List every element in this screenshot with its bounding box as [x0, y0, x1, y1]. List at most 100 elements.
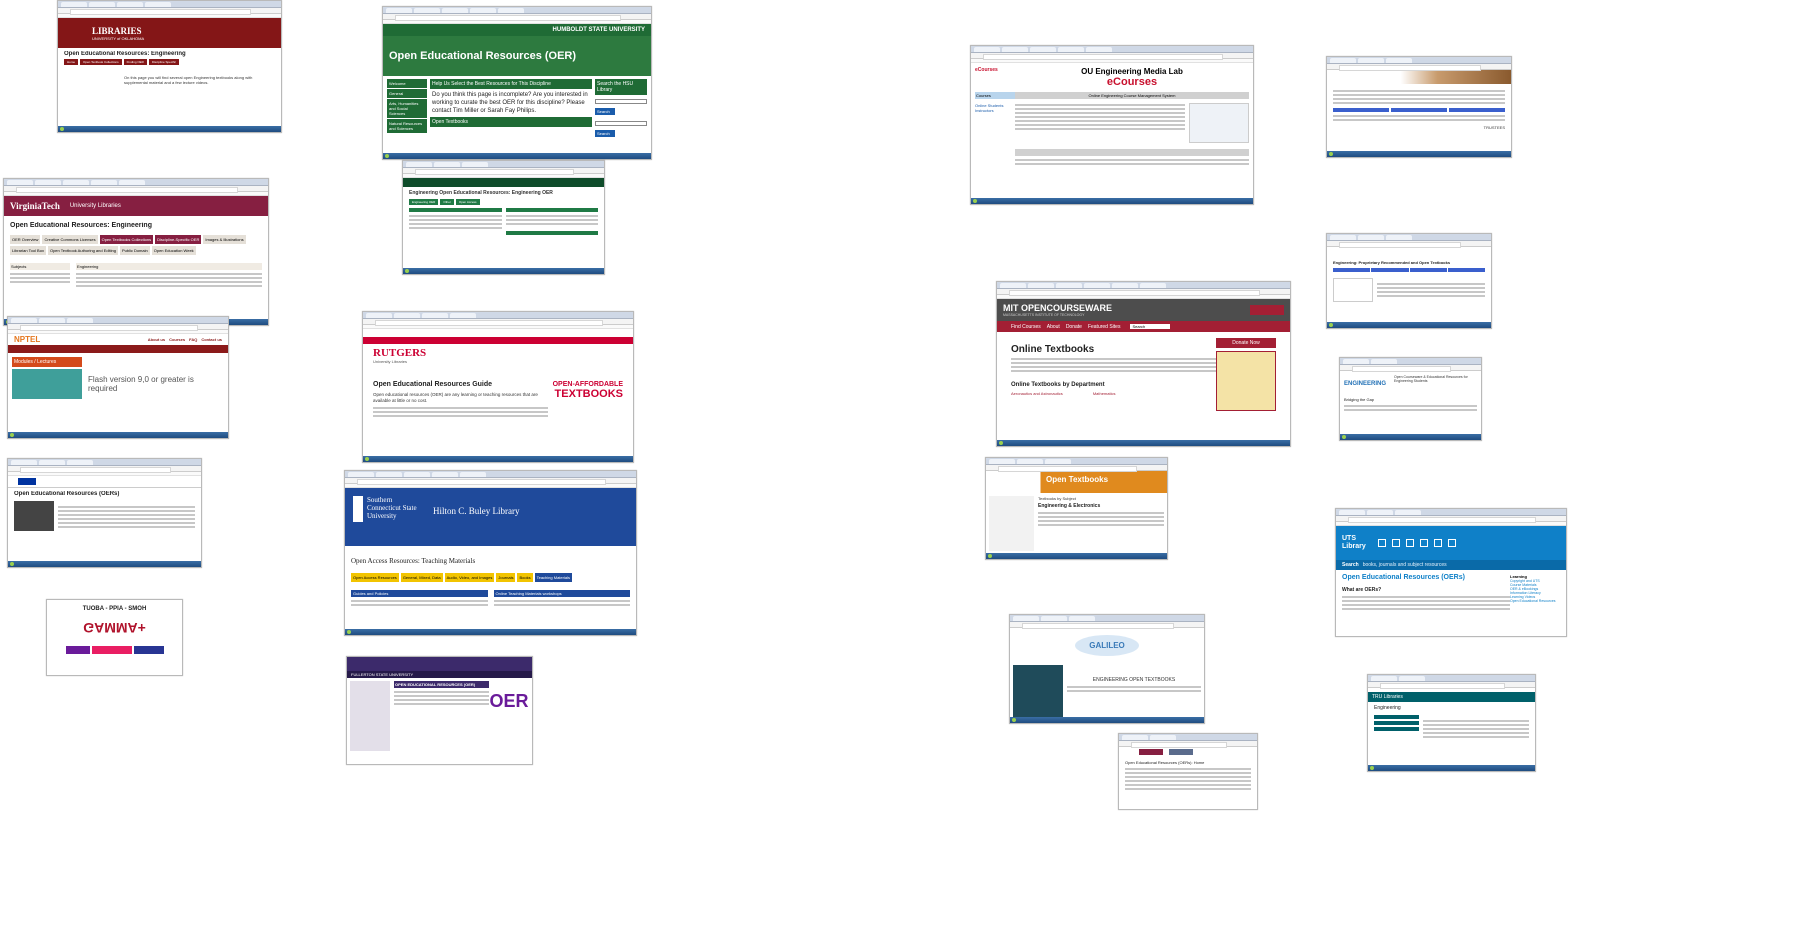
humboldt-sidebar-item[interactable]: Arts, Humanities and Social Sciences — [387, 99, 427, 118]
nptel-flash-message: Flash version 9,0 or greater is required — [88, 375, 194, 393]
scsu-tab[interactable]: Open Access Resources — [351, 573, 399, 582]
engineering-logo: ENGINEERING — [1344, 381, 1387, 387]
open-textbooks-banner: Open Textbooks — [1046, 475, 1109, 484]
screenshot-uts-library: UTS Library Search books, journals and s… — [1335, 508, 1567, 637]
humboldt-help-text: Do you think this page is incomplete? Ar… — [432, 92, 588, 114]
scsu-tab[interactable]: General, Mixed, Data — [400, 573, 443, 582]
fullerton-title: OPEN EDUCATIONAL RESOURCES (OER) — [394, 681, 489, 688]
purdue-page-title: Engineering: Proprietary Recommended and… — [1333, 260, 1451, 265]
vt-nav-tab[interactable]: Librarian Tool Box — [10, 246, 46, 255]
scsu-tab[interactable]: Audio, Video, and Images — [444, 573, 495, 582]
vt-nav-tab[interactable]: Images & Illustrations — [203, 235, 246, 244]
uts-search-label: Search — [1342, 562, 1359, 568]
nptel-nav-item[interactable]: About us — [148, 337, 165, 342]
screenshot-galileo: GALILEO ENGINEERING OPEN TEXTBOOKS — [1009, 614, 1205, 724]
mit-nav-about[interactable]: About — [1047, 324, 1060, 330]
nptel-logo: NPTEL — [14, 335, 41, 344]
mit-dept-link[interactable]: Mathematics — [1093, 391, 1116, 396]
uts-question: What are OERs? — [1342, 587, 1382, 593]
nptel-modules-heading: Modules / Lectures — [12, 357, 82, 367]
gamma-top-text: TUOBA - PPIA - SMOH — [82, 606, 147, 612]
humboldt-sidebar-item[interactable]: General — [387, 89, 427, 98]
mit-donate-button[interactable]: Donate Now — [1216, 338, 1276, 348]
screenshot-engineering-ocw: ENGINEERING Open Courseware & Educationa… — [1339, 357, 1482, 441]
nptel-nav-item[interactable]: Contact us — [201, 337, 222, 342]
screenshot-nptel: NPTEL About us Courses FAQ Contact us Mo… — [7, 316, 229, 439]
humboldt-search-heading: Search the HSU Library — [595, 79, 647, 95]
collage-canvas: LIBRARIES UNIVERSITY of OKLAHOMA Open Ed… — [0, 0, 1811, 935]
scsu-tab[interactable]: Teaching Materials — [534, 573, 572, 582]
tru-header: TRU Libraries — [1368, 692, 1535, 702]
rutgers-tagline: University Libraries — [373, 359, 408, 364]
screenshot-rutgers: RUTGERS University Libraries Open Educat… — [362, 311, 634, 463]
scsu-tab[interactable]: Books — [517, 573, 533, 582]
mit-dept-heading: Online Textbooks by Department — [1011, 382, 1105, 388]
open-textbooks-title: Textbooks by Subject — [1038, 496, 1076, 501]
ecourses-tagline: Online Engineering Course Management Sys… — [1015, 92, 1249, 99]
vt-nav-tab[interactable]: Open Textbooks Collections — [99, 235, 154, 244]
scsu-university-name: Southern Connecticut State University — [367, 496, 417, 520]
vt-nav-tab[interactable]: Discipline-Specific OER — [155, 235, 202, 244]
humboldt-help-heading: Help Us Select the Best Resources for Th… — [430, 79, 592, 89]
uts-search-input[interactable]: books, journals and subject resources — [1363, 562, 1447, 568]
vt-header: VirginiaTech University Libraries — [4, 196, 268, 216]
mit-page-title: Online Textbooks — [1011, 344, 1095, 355]
screenshot-tru: TRU Libraries Engineering — [1367, 674, 1536, 772]
humboldt-sidebar-item[interactable]: Welcome — [387, 79, 427, 88]
scsu-box-right: Online Teaching Materials workshops — [493, 590, 630, 597]
humboldt-page-title: Open Educational Resources (OER) — [389, 50, 577, 62]
screenshot-purdue: Engineering: Proprietary Recommended and… — [1326, 233, 1492, 329]
screenshot-boise: Open Educational Resources (OERs) — [7, 458, 202, 568]
mit-nav-donate[interactable]: Donate — [1066, 324, 1082, 330]
vt-nav-tab[interactable]: Open Textbook Authoring and Editing — [47, 246, 118, 255]
uts-side-item[interactable]: Open Educational Resources — [1510, 599, 1560, 603]
humboldt-search-button[interactable]: Search — [595, 108, 615, 115]
uts-logo: UTS Library — [1342, 535, 1366, 550]
rutgers-badge-line2: TEXTBOOKS — [554, 388, 623, 400]
ecourses-side-item[interactable]: Courses — [975, 92, 1015, 99]
vt-page-title: Open Educational Resources: Engineering — [10, 222, 152, 229]
tru-title: Engineering — [1374, 705, 1401, 711]
scsu-box-left: Guides and Policies — [351, 590, 488, 597]
vt2-page-title: Open Educational Resources (OERs): Home — [1125, 760, 1205, 765]
nptel-header: NPTEL About us Courses FAQ Contact us — [8, 334, 228, 347]
open-textbooks-subtitle: Engineering & Electronics — [1038, 503, 1101, 509]
uts-page-title: Open Educational Resources (OERs) — [1342, 574, 1465, 581]
screenshot-ou-libraries: LIBRARIES UNIVERSITY of OKLAHOMA Open Ed… — [57, 0, 282, 133]
scsu-tab[interactable]: Journals — [496, 573, 516, 582]
mit-nav-find-courses[interactable]: Find Courses — [1011, 324, 1041, 330]
vt-nav-tab[interactable]: Public Domain — [119, 246, 150, 255]
vt-nav-tab[interactable]: Creative Commons Licenses — [42, 235, 98, 244]
nptel-nav-item[interactable]: Courses — [169, 337, 185, 342]
screenshot-fullerton: FULLERTON STATE UNIVERSITY OPEN EDUCATIO… — [346, 656, 533, 765]
humboldt-open-textbooks: Open Textbooks — [430, 117, 592, 127]
mit-dept-link[interactable]: Aeronautics and Astronautics — [1011, 391, 1063, 396]
engineering-heading: Open Courseware & Educational Resources … — [1394, 375, 1468, 383]
ecourses-logo: eCourses — [975, 67, 998, 73]
mit-search-input[interactable]: Search — [1130, 324, 1171, 329]
ou-header-title: LIBRARIES — [92, 25, 142, 36]
fullerton-oer-logo: OER — [489, 691, 529, 711]
ecourses-side-item[interactable]: Instructors — [975, 108, 1015, 113]
rutgers-snippet: Open educational resources (OER) are any… — [373, 392, 538, 403]
screenshot-vt-oer-home: Open Educational Resources (OERs): Home — [1118, 733, 1258, 810]
humboldt-search-button-2[interactable]: Search — [595, 130, 615, 137]
vt-nav-tab[interactable]: OER Overview — [10, 235, 41, 244]
mit-logo: MIT OPENCOURSEWARE — [1003, 303, 1113, 313]
screenshot-scsu: Southern Connecticut State University Hi… — [344, 470, 637, 636]
vt-logo: VirginiaTech — [10, 201, 60, 211]
vt-header-right: University Libraries — [69, 203, 121, 209]
fullerton-header: FULLERTON STATE UNIVERSITY — [347, 671, 532, 678]
screenshot-humboldt: HUMBOLDT STATE UNIVERSITY Open Education… — [382, 6, 652, 160]
screenshot-ku: Engineering Open Educational Resources: … — [402, 160, 605, 275]
mit-subtitle: MASSACHUSETTS INSTITUTE OF TECHNOLOGY — [1003, 313, 1085, 317]
nptel-nav-item[interactable]: FAQ — [189, 337, 197, 342]
vt-nav-tab[interactable]: Open Education Week — [151, 246, 196, 255]
humboldt-sidebar-item[interactable]: Natural Resources and Sciences — [387, 119, 427, 133]
galileo-logo: GALILEO — [1075, 634, 1139, 656]
galileo-title: ENGINEERING OPEN TEXTBOOKS — [1092, 677, 1176, 683]
screenshot-open-textbooks: Open Textbooks Textbooks by Subject Engi… — [985, 457, 1168, 560]
gamma-banner: GAMMA+ — [83, 620, 146, 636]
screenshot-mit-ocw: MIT OPENCOURSEWARE MASSACHUSETTS INSTITU… — [996, 281, 1291, 447]
mit-nav-featured[interactable]: Featured Sites — [1088, 324, 1121, 330]
